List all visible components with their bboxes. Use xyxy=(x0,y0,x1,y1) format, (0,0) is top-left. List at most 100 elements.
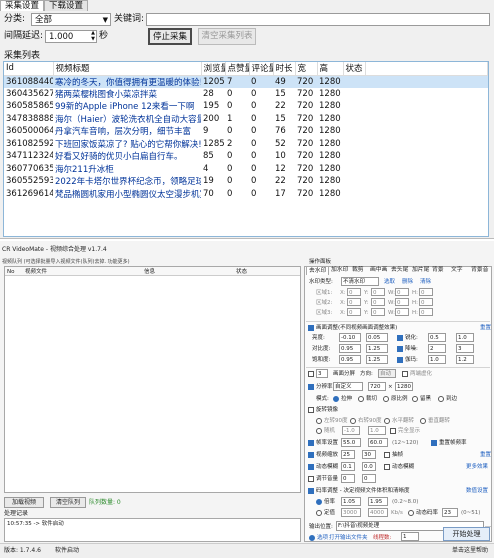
motion-blur-checkbox[interactable] xyxy=(308,464,314,470)
random-max-input[interactable]: 1.0 xyxy=(368,426,386,435)
mode-radio[interactable] xyxy=(358,396,364,402)
split-count-input[interactable]: 3 xyxy=(316,369,328,378)
bitrate-fixed-max[interactable]: 4000 xyxy=(368,508,388,517)
bitrate-settings-link[interactable]: 数值设置 xyxy=(466,487,488,495)
mode-radio[interactable] xyxy=(438,396,444,402)
spinner-icon[interactable]: ▲ ▼ xyxy=(91,30,95,42)
video-queue[interactable]: No 视频文件 信息 状态 xyxy=(4,266,301,493)
bitrate-fixed-radio[interactable] xyxy=(316,510,322,516)
coord-input[interactable]: 0 xyxy=(371,308,385,316)
bitrate-checkbox[interactable] xyxy=(308,488,314,494)
mirror-radio[interactable] xyxy=(384,418,390,424)
fps-min-input[interactable]: 55.0 xyxy=(341,438,361,447)
status-help-link[interactable]: 单击这里帮助 xyxy=(452,547,488,555)
edge-blur-checkbox[interactable] xyxy=(402,371,408,377)
tab-7[interactable]: 文字 xyxy=(449,266,465,275)
start-process-button[interactable]: 开始处理 xyxy=(443,527,490,541)
list-col-0[interactable]: Id xyxy=(4,62,54,76)
list-col-4[interactable]: 评论量 xyxy=(249,62,274,76)
coord-input[interactable]: 0 xyxy=(419,298,433,306)
table-row[interactable]: 360770635 海尔211升冰柜 4 0 0 12 720 1280 xyxy=(4,163,488,176)
bitrate-ratio-radio[interactable] xyxy=(316,499,322,505)
coord-input[interactable]: 0 xyxy=(395,308,409,316)
region-clear-link[interactable]: 清除 xyxy=(420,278,431,286)
scale-max-input[interactable]: 30 xyxy=(362,450,376,459)
tab-8[interactable]: 背景音 xyxy=(469,266,490,275)
tab-3[interactable]: 画中画 xyxy=(368,266,389,275)
adjust-min-input[interactable]: 0.5 xyxy=(428,333,446,342)
fps-max-input[interactable]: 60.0 xyxy=(368,438,388,447)
mirror-radio[interactable] xyxy=(420,418,426,424)
frame-drop-checkbox[interactable] xyxy=(384,452,390,458)
table-row[interactable]: 361082592 下班回家饭菜凉了? 贴心的它帮你解决! 1285 2 0 52 720 1… xyxy=(4,138,488,151)
list-col-5[interactable]: 时长 xyxy=(273,62,296,76)
options-link[interactable]: 选项 xyxy=(317,534,328,542)
coord-input[interactable]: 0 xyxy=(419,288,433,296)
tab-1[interactable]: 加水印 xyxy=(329,266,350,275)
adjust-max-input[interactable]: 1.2 xyxy=(456,355,474,364)
mirror-radio[interactable] xyxy=(316,418,322,424)
tab-download-settings[interactable]: 下载设置 xyxy=(44,0,89,11)
motion-blur-max-input[interactable]: 0.0 xyxy=(362,462,376,471)
fps-checkbox[interactable] xyxy=(308,440,314,446)
adjust-min-input[interactable]: 0.95 xyxy=(339,344,361,353)
region-select-link[interactable]: 选取 xyxy=(384,278,395,286)
adjust-max-input[interactable]: 1.25 xyxy=(366,355,388,364)
adjust-max-input[interactable]: 3 xyxy=(456,344,474,353)
motion-blur-option-checkbox[interactable] xyxy=(384,464,390,470)
mode-radio[interactable] xyxy=(383,396,389,402)
list-col-6[interactable]: 宽 xyxy=(295,62,318,76)
more-effects-link[interactable]: 更多效果 xyxy=(466,463,488,471)
open-output-folder-link[interactable]: 打开输出文件夹 xyxy=(329,534,368,542)
tab-4[interactable]: 去头尾 xyxy=(389,266,410,275)
resolution-width-input[interactable]: 720 xyxy=(368,382,386,391)
adjust-min-input[interactable]: 2 xyxy=(428,344,446,353)
mirror-radio[interactable] xyxy=(350,418,356,424)
scale-more-link[interactable]: 重置 xyxy=(480,451,491,459)
mode-radio[interactable] xyxy=(333,396,339,402)
tab-0[interactable]: 去水印 xyxy=(306,266,330,275)
scale-min-input[interactable]: 25 xyxy=(341,450,355,459)
list-col-8[interactable]: 状态 xyxy=(343,62,366,76)
stop-collect-button[interactable]: 停止采集 xyxy=(148,28,192,45)
adjust-min-input[interactable]: 0.95 xyxy=(339,355,361,364)
add-video-button[interactable]: 加载视频 xyxy=(4,497,44,508)
adjust-option-checkbox[interactable] xyxy=(397,357,403,363)
collect-list[interactable]: Id视频标题浏览量点赞量评论量时长宽高状态 361088440寒冷的冬天，你值得… xyxy=(3,61,489,237)
region-delete-link[interactable]: 删除 xyxy=(402,278,413,286)
split-screen-checkbox[interactable] xyxy=(308,371,314,377)
tab-collect-settings[interactable]: 采集设置 xyxy=(0,0,45,11)
bitrate-crf-radio[interactable] xyxy=(408,510,414,516)
image-adjust-checkbox[interactable] xyxy=(308,325,314,331)
tab-2[interactable]: 裁剪 xyxy=(350,266,366,275)
tab-6[interactable]: 背景 xyxy=(430,266,446,275)
adjust-option-checkbox[interactable] xyxy=(397,346,403,352)
mode-radio[interactable] xyxy=(412,396,418,402)
scale-checkbox[interactable] xyxy=(308,452,314,458)
coord-input[interactable]: 0 xyxy=(347,308,361,316)
list-col-7[interactable]: 高 xyxy=(317,62,344,76)
volume-min-input[interactable]: 0 xyxy=(341,474,355,483)
bitrate-crf-input[interactable]: 23 xyxy=(442,508,458,517)
coord-input[interactable]: 0 xyxy=(371,298,385,306)
resolution-checkbox[interactable] xyxy=(308,384,314,390)
clear-queue-button[interactable]: 清空队列 xyxy=(50,497,86,508)
table-row[interactable]: 360552593 2022年卡塔尔世界杯纪念币，领略足球精 19 0 0 22 720 12… xyxy=(4,175,488,188)
keyword-input[interactable] xyxy=(146,13,490,26)
clear-list-button[interactable]: 清空采集列表 xyxy=(198,28,256,45)
adjust-min-input[interactable]: 1.0 xyxy=(428,355,446,364)
bitrate-ratio-max[interactable]: 1.95 xyxy=(368,497,388,506)
options-icon[interactable] xyxy=(309,535,315,541)
coord-input[interactable]: 0 xyxy=(371,288,385,296)
adjust-min-input[interactable]: -0.10 xyxy=(339,333,361,342)
tab-5[interactable]: 加片尾 xyxy=(410,266,431,275)
coord-input[interactable]: 0 xyxy=(347,298,361,306)
random-min-input[interactable]: -1.0 xyxy=(342,426,360,435)
image-adjust-reset-link[interactable]: 重置 xyxy=(480,324,491,332)
random-radio[interactable] xyxy=(316,428,322,434)
table-row[interactable]: 360585865 99新的Apple iPhone 12来看一下啊 195 0 0 22… xyxy=(4,100,488,113)
rotate-mirror-checkbox[interactable] xyxy=(308,407,314,413)
bitrate-ratio-min[interactable]: 1.05 xyxy=(341,497,361,506)
coord-input[interactable]: 0 xyxy=(419,308,433,316)
bitrate-fixed-min[interactable]: 3000 xyxy=(341,508,361,517)
